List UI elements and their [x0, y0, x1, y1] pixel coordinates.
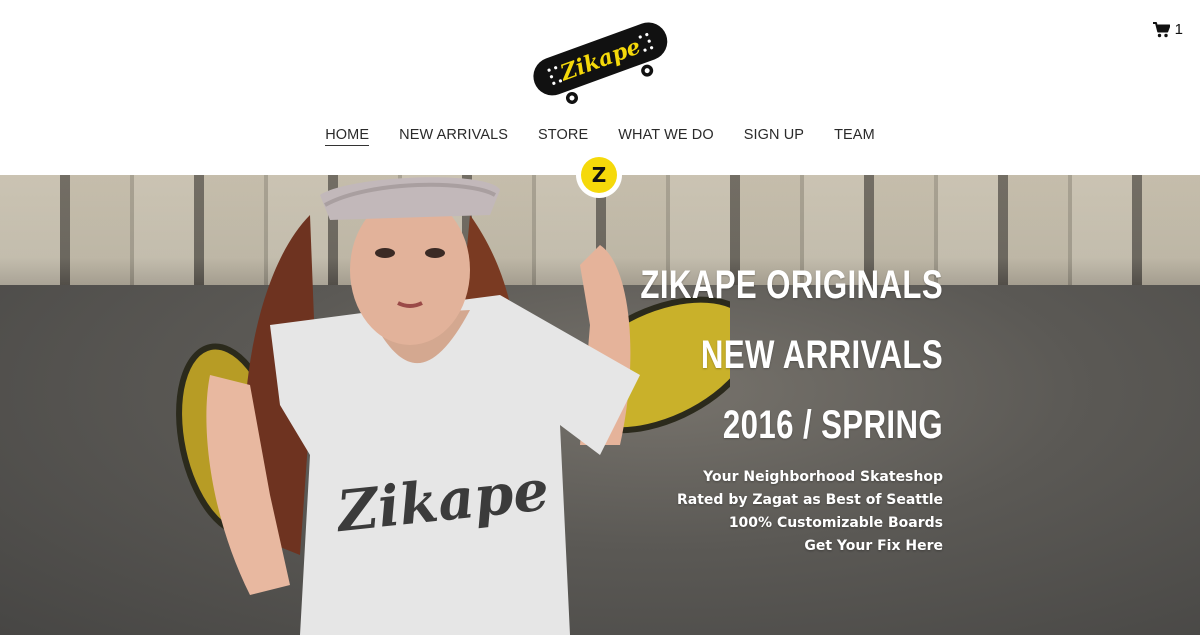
headline-line-1: ZIKAPE ORIGINALS: [640, 263, 943, 307]
cart-button[interactable]: 1: [1152, 21, 1183, 38]
cart-count: 1: [1174, 21, 1183, 38]
tagline-2: Rated by Zagat as Best of Seattle: [677, 492, 943, 508]
hero-headline: ZIKAPE ORIGINALS NEW ARRIVALS 2016 / SPR…: [555, 250, 943, 460]
tagline-4: Get Your Fix Here: [804, 538, 943, 554]
z-badge-letter: Z: [581, 157, 617, 193]
nav-new-arrivals[interactable]: NEW ARRIVALS: [399, 127, 508, 146]
tagline-3: 100% Customizable Boards: [728, 515, 943, 531]
nav-store[interactable]: STORE: [538, 127, 588, 146]
cart-icon: [1152, 21, 1170, 37]
tagline-1: Your Neighborhood Skateshop: [703, 469, 943, 485]
main-nav: HOME NEW ARRIVALS STORE WHAT WE DO SIGN …: [0, 127, 1200, 146]
headline-line-2: NEW ARRIVALS: [700, 333, 943, 377]
nav-home[interactable]: HOME: [325, 127, 370, 146]
site-header: Zikape 1 HOME NEW ARRIVALS STORE WHAT WE…: [0, 0, 1200, 175]
hero-banner: Zikape ZIKAPE ORIGINALS NEW ARRIVALS 201…: [0, 175, 1200, 635]
hero-taglines: Your Neighborhood Skateshop Rated by Zag…: [677, 466, 943, 558]
z-badge[interactable]: Z: [576, 152, 622, 198]
headline-line-3: 2016 / SPRING: [722, 403, 943, 447]
nav-what-we-do[interactable]: WHAT WE DO: [618, 127, 714, 146]
skateboard-logo[interactable]: Zikape: [524, 12, 676, 104]
nav-sign-up[interactable]: SIGN UP: [744, 127, 804, 146]
nav-team[interactable]: TEAM: [834, 127, 875, 146]
